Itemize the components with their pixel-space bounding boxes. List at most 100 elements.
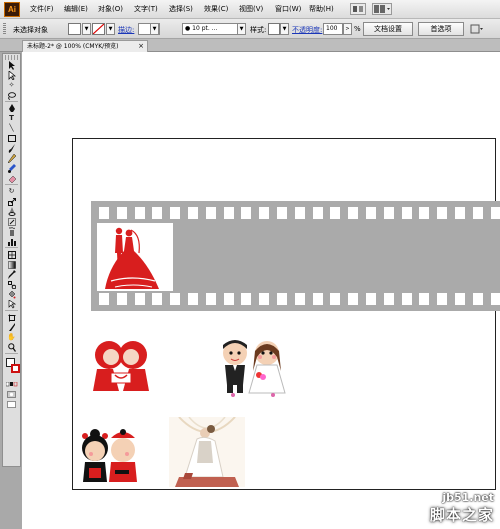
- menu-help[interactable]: 帮助(H): [309, 4, 334, 14]
- artboard-tool-icon[interactable]: [3, 313, 20, 322]
- pencil-tool-icon[interactable]: [3, 154, 20, 163]
- preferences-button[interactable]: 首选项: [418, 22, 464, 36]
- menu-object[interactable]: 对象(O): [98, 4, 123, 14]
- style-swatch[interactable]: [268, 23, 280, 35]
- film-perforation: [152, 293, 163, 305]
- opacity-label[interactable]: 不透明度:: [292, 25, 322, 35]
- artboard[interactable]: [72, 138, 500, 490]
- line-tool-icon[interactable]: ╲: [3, 124, 20, 133]
- film-perforation: [205, 207, 216, 219]
- menu-select[interactable]: 选择(S): [169, 4, 193, 14]
- fill-dropdown[interactable]: ▼: [82, 23, 91, 35]
- symbol-sprayer-tool-icon[interactable]: [3, 227, 20, 236]
- zoom-tool-icon[interactable]: [3, 343, 20, 352]
- warp-tool-icon[interactable]: [3, 207, 20, 216]
- menu-view[interactable]: 视图(V): [239, 4, 263, 14]
- gradient-tool-icon[interactable]: [3, 260, 20, 269]
- selection-tool-icon[interactable]: [3, 61, 20, 70]
- pen-tool-icon[interactable]: [3, 104, 20, 113]
- stroke-label[interactable]: 描边:: [118, 25, 134, 35]
- scale-tool-icon[interactable]: [3, 197, 20, 206]
- screen-mode-icon[interactable]: [3, 400, 20, 409]
- rectangle-tool-icon[interactable]: [3, 134, 20, 143]
- drawing-mode-icon[interactable]: [3, 390, 20, 399]
- tools-grip[interactable]: [5, 55, 18, 60]
- film-perforation: [170, 207, 181, 219]
- stroke-dropdown[interactable]: ▼: [106, 23, 115, 35]
- stroke-swatch[interactable]: [92, 23, 105, 35]
- film-perforation: [99, 207, 109, 219]
- eraser-tool-icon[interactable]: [3, 174, 20, 183]
- lasso-tool-icon[interactable]: [3, 91, 20, 100]
- menu-type[interactable]: 文字(T): [134, 4, 158, 14]
- eyedropper-tool-icon[interactable]: [3, 270, 20, 279]
- fill-swatch[interactable]: [68, 23, 81, 35]
- brush-dropdown[interactable]: ▼: [237, 23, 246, 35]
- document-setup-button[interactable]: 文档设置: [363, 22, 413, 36]
- film-perforation: [455, 207, 465, 219]
- film-frame: [97, 223, 173, 291]
- watermark: jb51.net 脚本之家: [430, 491, 494, 525]
- film-perforation: [419, 207, 430, 219]
- arrange-documents-icon[interactable]: [372, 3, 392, 15]
- selection-status: 未选择对象: [13, 26, 48, 34]
- film-perforation: [330, 293, 341, 305]
- opacity-field[interactable]: 100: [323, 23, 343, 35]
- menu-effect[interactable]: 效果(C): [204, 4, 228, 14]
- paintbrush-tool-icon[interactable]: [3, 144, 20, 153]
- opacity-arrow[interactable]: >: [343, 23, 352, 35]
- film-perforation: [259, 293, 270, 305]
- live-paint-bucket-tool-icon[interactable]: [3, 290, 20, 299]
- grip-icon[interactable]: [3, 23, 6, 35]
- menu-window[interactable]: 窗口(W): [275, 4, 301, 14]
- document-tab-bar: 未标题-2* @ 100% (CMYK/预览) ×: [0, 39, 500, 52]
- film-perforation: [472, 207, 483, 219]
- film-perforation: [294, 207, 305, 219]
- hand-tool-icon[interactable]: ✋: [3, 333, 20, 342]
- film-perforation: [188, 293, 198, 305]
- tool-separator: [5, 247, 18, 249]
- stroke-weight-dropdown[interactable]: ▼: [150, 23, 159, 35]
- mesh-tool-icon[interactable]: [3, 250, 20, 259]
- stroke-box[interactable]: [11, 364, 20, 373]
- film-perforation: [259, 207, 270, 219]
- blend-tool-icon[interactable]: [3, 280, 20, 289]
- panel-menu-icon[interactable]: [470, 23, 484, 35]
- brush-definition-field[interactable]: ● 10 pt. ...: [182, 23, 238, 35]
- rotate-tool-icon[interactable]: ↻: [3, 187, 20, 196]
- film-perforation: [366, 293, 376, 305]
- menu-edit[interactable]: 编辑(E): [64, 4, 88, 14]
- style-dropdown[interactable]: ▼: [280, 23, 289, 35]
- film-perforation: [401, 207, 412, 219]
- document-canvas[interactable]: jb51.net 脚本之家: [22, 52, 500, 529]
- app-logo: Ai: [4, 2, 20, 17]
- film-perforation: [241, 207, 252, 219]
- film-perforation: [472, 293, 483, 305]
- close-icon[interactable]: ×: [138, 41, 144, 52]
- film-strip[interactable]: [91, 201, 500, 311]
- film-perforation: [437, 207, 448, 219]
- document-tab[interactable]: 未标题-2* @ 100% (CMYK/预览) ×: [22, 40, 148, 52]
- type-tool-icon[interactable]: T: [3, 114, 20, 123]
- column-graph-tool-icon[interactable]: [3, 237, 20, 246]
- film-perforation: [134, 207, 145, 219]
- blob-brush-tool-icon[interactable]: [3, 164, 20, 173]
- film-perforation: [348, 293, 359, 305]
- film-perforation: [312, 293, 323, 305]
- film-perforation: [134, 293, 145, 305]
- menu-file[interactable]: 文件(F): [30, 4, 54, 14]
- cartoon-wedding-couple-image: [223, 340, 286, 397]
- magic-wand-tool-icon[interactable]: ✧: [3, 81, 20, 90]
- slice-tool-icon[interactable]: [3, 323, 20, 332]
- bridge-icon[interactable]: [350, 3, 366, 15]
- tool-separator: [5, 353, 18, 355]
- opacity-unit: %: [354, 25, 361, 33]
- free-transform-tool-icon[interactable]: [3, 217, 20, 226]
- film-perforation: [437, 293, 448, 305]
- menu-bar: Ai 文件(F) 编辑(E) 对象(O) 文字(T) 选择(S) 效果(C) 视…: [0, 0, 500, 19]
- direct-selection-tool-icon[interactable]: [3, 71, 20, 80]
- wedding-photo-image: [169, 417, 245, 487]
- live-paint-selection-tool-icon[interactable]: [3, 300, 20, 309]
- film-perforation: [383, 293, 394, 305]
- color-mode-icon[interactable]: [3, 380, 20, 389]
